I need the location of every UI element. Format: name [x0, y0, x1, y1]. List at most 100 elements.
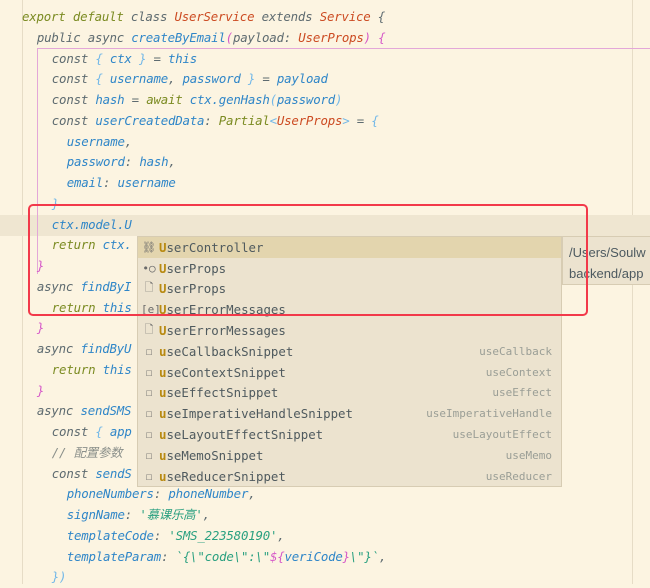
- code-token: ,: [248, 486, 256, 502]
- completion-label-rest: seEffectSnippet: [166, 385, 279, 401]
- code-token: const: [51, 424, 96, 439]
- code-line[interactable]: const userCreatedData: Partial<UserProps…: [22, 111, 386, 132]
- code-token: \"}`: [349, 548, 379, 564]
- code-token: createByEmail: [131, 29, 226, 45]
- completion-label-rest: seImperativeHandleSnippet: [166, 406, 353, 422]
- code-token: <: [269, 112, 277, 128]
- code-token: ctx: [109, 50, 139, 66]
- completion-type-hint: useMemo: [505, 448, 552, 462]
- code-token: `{\"code\":\": [175, 548, 271, 564]
- code-token: export default: [22, 9, 131, 24]
- code-token: {: [377, 9, 386, 24]
- code-token: payload: [276, 71, 328, 87]
- code-line[interactable]: phoneNumbers: phoneNumber,: [22, 484, 386, 505]
- code-token: }: [36, 382, 45, 398]
- code-token: return: [51, 361, 103, 377]
- code-token: const: [51, 92, 96, 107]
- code-line[interactable]: export default class UserService extends…: [22, 7, 386, 28]
- code-token: payload: [232, 29, 284, 45]
- completion-label: useEffectSnippet: [159, 385, 278, 400]
- code-token: hash: [95, 92, 132, 107]
- code-token: app: [109, 424, 132, 439]
- completion-label: useLayoutEffectSnippet: [159, 427, 323, 442]
- code-token: {: [371, 112, 379, 128]
- completion-label: UserErrorMessages: [159, 323, 286, 338]
- code-line[interactable]: }): [22, 567, 386, 588]
- code-token: templateParam: [66, 548, 162, 564]
- completion-label-rest: seContextSnippet: [166, 364, 286, 380]
- completion-item[interactable]: ☐ useCallbackSnippet useCallback: [138, 341, 561, 362]
- code-token: {: [95, 71, 110, 87]
- code-token: {: [95, 50, 110, 66]
- code-token: ): [363, 29, 379, 45]
- code-line[interactable]: templateParam: `{\"code\":\"${veriCode}\…: [22, 547, 387, 568]
- code-token: password: [182, 71, 248, 87]
- code-line[interactable]: const hash = await ctx.genHash(password): [22, 90, 386, 111]
- code-token: }: [36, 320, 45, 336]
- completion-item[interactable]: ☐ useReducerSnippet useReducer: [138, 466, 561, 487]
- code-token: UserProps: [276, 112, 343, 128]
- code-line[interactable]: templateCode: 'SMS_223580190',: [22, 526, 386, 547]
- code-token: {: [95, 424, 110, 439]
- code-token: veriCode: [284, 548, 343, 564]
- annotation-highlight-box: [28, 204, 588, 316]
- code-line[interactable]: public async createByEmail(payload: User…: [22, 28, 386, 49]
- code-token: (: [225, 29, 233, 45]
- completion-item[interactable]: 🗋 UserErrorMessages: [138, 320, 561, 341]
- code-line[interactable]: signName: '慕课乐高',: [22, 505, 386, 526]
- completion-item[interactable]: ☐ useImperativeHandleSnippet useImperative…: [138, 403, 561, 424]
- code-token: ,: [277, 527, 285, 543]
- completion-label: useMemoSnippet: [159, 448, 263, 463]
- snippet-icon: ☐: [145, 344, 153, 358]
- completion-label-rest: seMemoSnippet: [166, 447, 264, 463]
- code-token: class: [130, 9, 175, 24]
- code-token: sendSMS: [80, 403, 132, 419]
- code-token: UserService: [174, 9, 262, 24]
- completion-type-hint: useReducer: [485, 469, 552, 483]
- completion-label: useImperativeHandleSnippet: [159, 406, 353, 421]
- code-token: =: [356, 112, 372, 128]
- code-token: username: [109, 71, 168, 87]
- code-token: :: [204, 112, 219, 128]
- snippet-icon: ☐: [145, 428, 153, 442]
- code-line[interactable]: password: hash,: [22, 152, 386, 173]
- code-line[interactable]: const { ctx } = this: [22, 49, 386, 70]
- snippet-icon: ☐: [145, 469, 153, 483]
- code-line[interactable]: username,: [22, 132, 386, 153]
- completion-label-rest: seLayoutEffectSnippet: [166, 427, 324, 443]
- code-token: phoneNumbers: [66, 486, 154, 502]
- code-token: this: [168, 50, 198, 66]
- code-token: templateCode: [66, 527, 154, 543]
- code-line[interactable]: const { username, password } = payload: [22, 69, 386, 90]
- completion-type-hint: useLayoutEffect: [452, 428, 552, 442]
- code-token: Service: [319, 9, 378, 24]
- code-token: password: [66, 154, 125, 170]
- code-token: }: [342, 548, 350, 564]
- code-token: ,: [378, 548, 387, 564]
- code-token: password: [276, 92, 335, 107]
- code-token: :: [153, 527, 169, 543]
- code-token: const: [51, 465, 96, 481]
- code-token: this: [102, 361, 132, 377]
- code-token: ,: [168, 154, 176, 170]
- completion-label-rest: seCallbackSnippet: [166, 343, 294, 359]
- completion-item[interactable]: ☐ useContextSnippet useContext: [138, 362, 561, 383]
- code-token: const: [51, 71, 96, 87]
- completion-label-rest: serErrorMessages: [166, 323, 286, 339]
- completion-item[interactable]: ☐ useEffectSnippet useEffect: [138, 383, 561, 404]
- code-token: ): [334, 92, 343, 107]
- completion-label-rest: seReducerSnippet: [166, 468, 286, 484]
- code-token: signName: [66, 507, 125, 522]
- completion-type-hint: useCallback: [479, 344, 552, 358]
- code-token: }: [247, 71, 263, 87]
- completion-label: useContextSnippet: [159, 365, 286, 380]
- completion-item[interactable]: ☐ useLayoutEffectSnippet useLayoutEffect: [138, 424, 561, 445]
- code-token: async: [36, 403, 81, 419]
- completion-item[interactable]: ☐ useMemoSnippet useMemo: [138, 445, 561, 466]
- completion-type-hint: useEffect: [492, 386, 552, 400]
- code-line[interactable]: email: username: [22, 173, 386, 194]
- code-token: =: [262, 71, 277, 87]
- completion-type-hint: useImperativeHandle: [426, 407, 552, 421]
- code-token: :: [153, 486, 169, 502]
- code-token: await: [146, 92, 190, 107]
